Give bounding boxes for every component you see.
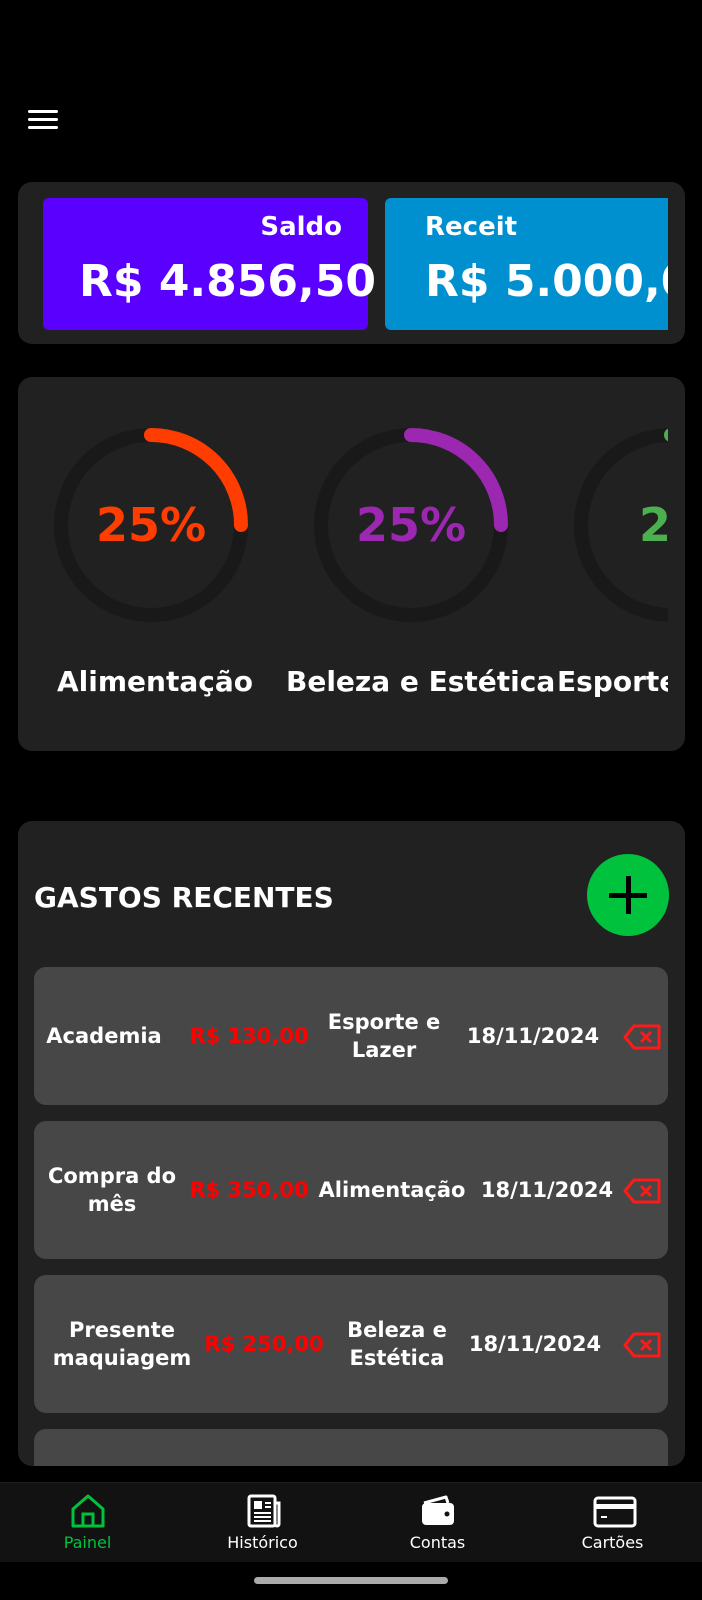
nav-label: Contas: [409, 1533, 466, 1552]
expense-description: Academia: [46, 1024, 162, 1048]
receita-value: R$ 5.000,00: [425, 256, 668, 307]
bottom-navigation: Painel Histórico Contas Cartões: [0, 1482, 702, 1562]
receita-card[interactable]: Receit R$ 5.000,00: [385, 198, 668, 330]
expense-date: 18/11/2024: [466, 1024, 600, 1048]
category-item-beleza[interactable]: 25% Beleza e Estética: [286, 425, 571, 725]
recent-expenses-panel[interactable]: GASTOS RECENTES Academia R$ 130,00 Espor…: [18, 821, 685, 1466]
expense-amount: R$ 350,00: [189, 1178, 309, 1202]
saldo-value: R$ 4.856,50: [79, 256, 376, 307]
hamburger-menu-icon[interactable]: [28, 108, 58, 132]
expense-category: Beleza e Estética: [347, 1318, 447, 1370]
menu-line: [28, 126, 58, 129]
home-icon: [71, 1494, 105, 1528]
recent-expenses-title: GASTOS RECENTES: [34, 881, 334, 914]
category-name: Alimentação: [57, 665, 253, 698]
delete-icon[interactable]: [622, 1177, 662, 1205]
category-percent: 25%: [355, 498, 467, 552]
expense-row[interactable]: Presente maquiagem R$ 250,00 Beleza e Es…: [34, 1275, 668, 1413]
nav-item-historico[interactable]: Histórico: [175, 1483, 350, 1563]
nav-item-contas[interactable]: Contas: [350, 1483, 525, 1563]
expense-amount: R$ 130,00: [189, 1024, 309, 1048]
expense-row[interactable]: Academia R$ 130,00 Esporte e Lazer 18/11…: [34, 967, 668, 1105]
category-percent: 25%: [95, 498, 207, 552]
expense-row[interactable]: [34, 1429, 668, 1466]
expense-date: 18/11/2024: [468, 1332, 602, 1356]
expense-amount: R$ 250,00: [204, 1332, 324, 1356]
nav-item-cartoes[interactable]: Cartões: [525, 1483, 700, 1563]
category-item-esporte[interactable]: 25 Esporte: [557, 425, 668, 725]
menu-line: [28, 118, 58, 121]
newspaper-icon: [247, 1494, 281, 1528]
delete-icon[interactable]: [622, 1023, 662, 1051]
expense-description: Compra do mês: [47, 1164, 177, 1216]
saldo-card[interactable]: Saldo R$ 4.856,50: [43, 198, 376, 330]
category-item-alimentacao[interactable]: 25% Alimentação: [51, 425, 311, 725]
category-percent: 25: [638, 498, 668, 552]
expense-row[interactable]: Compra do mês R$ 350,00 Alimentação 18/1…: [34, 1121, 668, 1259]
menu-line: [28, 110, 58, 113]
categories-panel[interactable]: 25% Alimentação 25% Beleza e Estética 25…: [18, 377, 685, 751]
category-name: Esporte: [557, 665, 668, 698]
expense-date: 18/11/2024: [480, 1178, 614, 1202]
balance-cards-scroller[interactable]: Saldo R$ 4.856,50 Receit R$ 5.000,00: [43, 198, 668, 330]
add-expense-button[interactable]: [587, 854, 669, 936]
receita-label: Receit: [425, 212, 518, 242]
categories-scroller[interactable]: 25% Alimentação 25% Beleza e Estética 25…: [43, 377, 668, 751]
expense-description: Presente maquiagem: [52, 1318, 192, 1370]
category-name: Beleza e Estética: [286, 665, 556, 698]
system-home-indicator[interactable]: [254, 1577, 448, 1584]
credit-card-icon: [593, 1496, 637, 1528]
delete-icon[interactable]: [622, 1331, 662, 1359]
wallet-icon: [422, 1495, 454, 1525]
nav-label: Painel: [63, 1533, 112, 1552]
nav-label: Histórico: [227, 1533, 298, 1552]
expense-category: Alimentação: [318, 1178, 466, 1202]
nav-item-painel[interactable]: Painel: [0, 1483, 175, 1563]
nav-label: Cartões: [581, 1533, 644, 1552]
expense-category: Esporte e Lazer: [327, 1010, 441, 1062]
balance-cards-panel[interactable]: Saldo R$ 4.856,50 Receit R$ 5.000,00: [18, 182, 685, 344]
saldo-label: Saldo: [260, 212, 342, 242]
